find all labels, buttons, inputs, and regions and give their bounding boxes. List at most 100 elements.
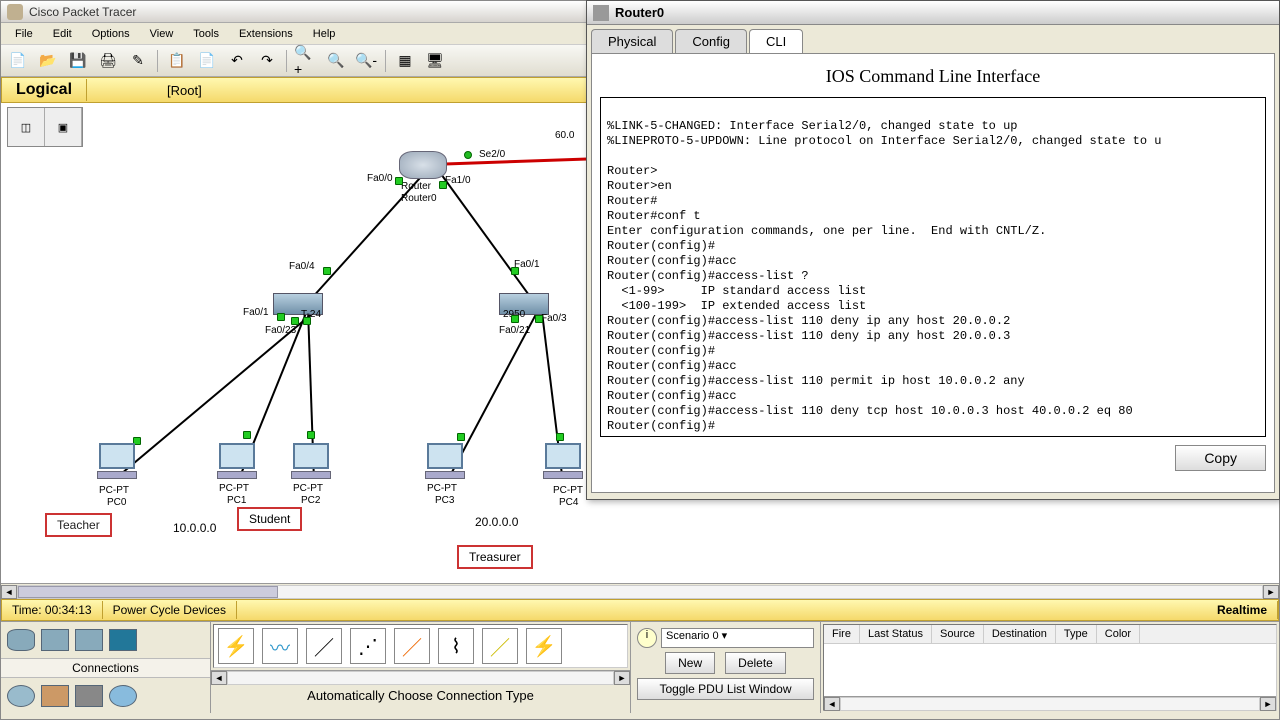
label-pc0-type: PC-PT [99, 485, 129, 496]
root-label[interactable]: [Root] [167, 83, 202, 98]
label-sw2-fa03: Fa0/3 [541, 313, 567, 324]
device-dialog-icon[interactable]: 🖥 [422, 48, 448, 74]
logical-tab[interactable]: Logical [2, 79, 87, 101]
menu-tools[interactable]: Tools [183, 26, 229, 42]
label-pc3-type: PC-PT [427, 483, 457, 494]
tab-config[interactable]: Config [675, 29, 747, 53]
device-pc1[interactable] [215, 443, 259, 487]
zoom-reset-icon[interactable]: 🔍 [323, 48, 349, 74]
menu-view[interactable]: View [140, 26, 184, 42]
col-dest[interactable]: Destination [984, 625, 1056, 643]
menu-file[interactable]: File [5, 26, 43, 42]
realtime-tab[interactable]: Realtime [1207, 601, 1278, 619]
col-last[interactable]: Last Status [860, 625, 932, 643]
hubs-icon[interactable] [75, 629, 103, 651]
straight-cable-icon[interactable]: ／ [306, 628, 342, 664]
end-devices-icon[interactable] [41, 685, 69, 707]
app-icon [7, 4, 23, 20]
label-se20: Se2/0 [479, 149, 505, 160]
menu-options[interactable]: Options [82, 26, 140, 42]
scroll-right-icon[interactable]: ► [1263, 585, 1279, 599]
switches-icon[interactable] [41, 629, 69, 651]
link[interactable] [440, 173, 536, 304]
fiber-cable-icon[interactable]: ／ [394, 628, 430, 664]
device-pc3[interactable] [423, 443, 467, 487]
copy-icon[interactable]: 📋 [164, 48, 190, 74]
menu-help[interactable]: Help [303, 26, 346, 42]
paste-icon[interactable]: 📄 [194, 48, 220, 74]
scroll-left-icon[interactable]: ◄ [211, 671, 227, 685]
scroll-left-icon[interactable]: ◄ [824, 697, 840, 711]
col-color[interactable]: Color [1097, 625, 1140, 643]
connection-label: Automatically Choose Connection Type [211, 684, 630, 707]
toggle-pdu-button[interactable]: Toggle PDU List Window [637, 678, 814, 700]
link-light [511, 315, 519, 323]
dialog-titlebar[interactable]: Router0 [587, 1, 1279, 25]
auto-connect-icon[interactable]: ⚡ [218, 628, 254, 664]
col-type[interactable]: Type [1056, 625, 1097, 643]
cli-title: IOS Command Line Interface [600, 66, 1266, 87]
note-teacher[interactable]: Teacher [45, 513, 112, 537]
tab-cli[interactable]: CLI [749, 29, 803, 53]
undo-icon[interactable]: ↶ [224, 48, 250, 74]
scroll-track[interactable] [17, 585, 1263, 599]
wizard-icon[interactable]: ✎ [125, 48, 151, 74]
label-pc4-name: PC4 [559, 497, 578, 508]
label-router: Router [401, 181, 431, 192]
scroll-right-icon[interactable]: ► [614, 671, 630, 685]
label-net1: 10.0.0.0 [173, 521, 216, 535]
conn-scroll[interactable]: ◄ ► [211, 670, 630, 684]
workspace-hscroll[interactable]: ◄ ► [1, 583, 1279, 599]
router0-dialog[interactable]: Router0 Physical Config CLI IOS Command … [586, 0, 1280, 500]
note-student[interactable]: Student [237, 507, 302, 531]
zoom-out-icon[interactable]: 🔍- [353, 48, 379, 74]
link-light [277, 313, 285, 321]
scroll-left-icon[interactable]: ◄ [1, 585, 17, 599]
serial-link[interactable] [431, 157, 591, 166]
menu-extensions[interactable]: Extensions [229, 26, 303, 42]
pdu-scroll[interactable]: ◄ ► [824, 696, 1276, 710]
new-file-icon[interactable]: 📄 [5, 48, 31, 74]
print-icon[interactable]: 🖨 [95, 48, 121, 74]
save-icon[interactable]: 💾 [65, 48, 91, 74]
scenario-value: Scenario 0 [666, 630, 719, 642]
connections-icon[interactable] [7, 685, 35, 707]
scenario-panel: i Scenario 0 ▾ New Delete Toggle PDU Lis… [631, 622, 821, 713]
bottom-panel: Connections ⚡ 〰 ／ ⋰ ／ ⌇ ／ ⚡ ◄ [1, 621, 1279, 713]
label-pc4-type: PC-PT [553, 485, 583, 496]
delete-scenario-button[interactable]: Delete [725, 652, 786, 674]
console-cable-icon[interactable]: 〰 [262, 628, 298, 664]
col-fire[interactable]: Fire [824, 625, 860, 643]
custom-icon[interactable] [109, 685, 137, 707]
redo-icon[interactable]: ↷ [254, 48, 280, 74]
serial-cable-icon[interactable]: ⚡ [526, 628, 562, 664]
note-treasurer[interactable]: Treasurer [457, 545, 533, 569]
zoom-in-icon[interactable]: 🔍+ [293, 48, 319, 74]
scroll-track[interactable] [840, 697, 1260, 711]
separator [385, 50, 386, 72]
tab-physical[interactable]: Physical [591, 29, 673, 53]
info-icon[interactable]: i [637, 628, 657, 648]
scenario-select[interactable]: Scenario 0 ▾ [661, 628, 814, 648]
device-pc2[interactable] [289, 443, 333, 487]
power-cycle-button[interactable]: Power Cycle Devices [103, 601, 237, 619]
col-source[interactable]: Source [932, 625, 984, 643]
open-file-icon[interactable]: 📂 [35, 48, 61, 74]
wan-icon[interactable] [75, 685, 103, 707]
coax-cable-icon[interactable]: ／ [482, 628, 518, 664]
phone-cable-icon[interactable]: ⌇ [438, 628, 474, 664]
cross-cable-icon[interactable]: ⋰ [350, 628, 386, 664]
routers-icon[interactable] [7, 629, 35, 651]
device-pc4[interactable] [541, 443, 585, 487]
cli-terminal[interactable]: %LINK-5-CHANGED: Interface Serial2/0, ch… [600, 97, 1266, 437]
app-title: Cisco Packet Tracer [29, 5, 136, 19]
menu-edit[interactable]: Edit [43, 26, 82, 42]
scroll-track[interactable] [227, 671, 614, 685]
palette-icon[interactable]: ▦ [392, 48, 418, 74]
device-pc0[interactable] [95, 443, 139, 487]
new-scenario-button[interactable]: New [665, 652, 715, 674]
scroll-right-icon[interactable]: ► [1260, 697, 1276, 711]
device-router0[interactable] [399, 151, 447, 179]
copy-button[interactable]: Copy [1175, 445, 1266, 471]
wireless-icon[interactable] [109, 629, 137, 651]
